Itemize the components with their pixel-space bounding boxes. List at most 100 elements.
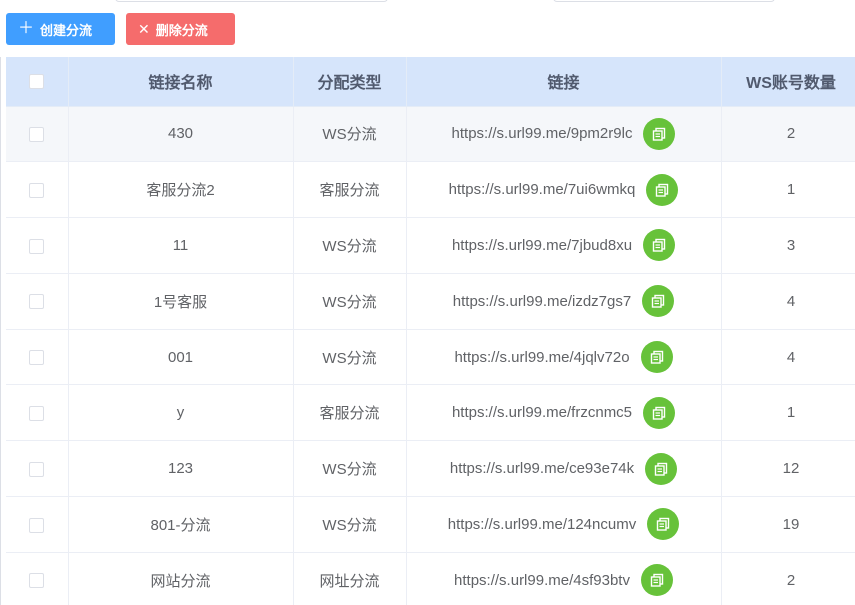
- row-ws-count: 2: [721, 552, 855, 605]
- column-header-link: 链接: [406, 57, 722, 107]
- row-checkbox[interactable]: [29, 238, 45, 254]
- row-type: WS分流: [293, 106, 407, 163]
- copy-icon: [657, 518, 670, 532]
- row-name: 801-分流: [68, 496, 294, 553]
- row-link-cell: https://s.url99.me/4sf93btv: [406, 552, 722, 605]
- row-link: https://s.url99.me/124ncumv: [447, 515, 637, 533]
- split-links-table: 链接名称 分配类型 链接 WS账号数量 430 WS分流 https://s.u…: [6, 57, 855, 605]
- copy-link-button[interactable]: [643, 117, 676, 150]
- row-name: 430: [68, 106, 294, 163]
- copy-icon: [650, 574, 664, 587]
- table-row: 123 WS分流 https://s.url99.me/ce93e74k 12: [6, 440, 855, 498]
- row-type: WS分流: [293, 329, 407, 386]
- row-link: https://s.url99.me/frzcnmc5: [451, 404, 633, 422]
- row-checkbox[interactable]: [29, 294, 45, 310]
- row-type: WS分流: [293, 273, 407, 330]
- row-name: 1号客服: [68, 273, 294, 330]
- row-type: WS分流: [293, 440, 407, 498]
- row-checkbox[interactable]: [29, 126, 45, 142]
- table-row: 1号客服 WS分流 https://s.url99.me/izdz7gs7 4: [6, 273, 855, 330]
- row-type: 网址分流: [293, 552, 407, 605]
- copy-link-button[interactable]: [643, 229, 676, 262]
- row-link-cell: https://s.url99.me/124ncumv: [406, 496, 722, 553]
- copy-link-button[interactable]: [640, 341, 673, 374]
- create-split-button[interactable]: ＋ 创建分流: [6, 13, 115, 45]
- row-select-cell: [6, 273, 69, 330]
- row-name: 网站分流: [68, 552, 294, 605]
- row-select-cell: [6, 106, 69, 163]
- row-name: 001: [68, 329, 294, 386]
- column-header-name: 链接名称: [68, 57, 294, 107]
- row-ws-count: 12: [721, 440, 855, 498]
- table-header-row: 链接名称 分配类型 链接 WS账号数量: [6, 57, 855, 107]
- row-name: 11: [68, 217, 294, 274]
- row-ws-count: 2: [721, 106, 855, 163]
- create-split-label: 创建分流: [40, 22, 93, 38]
- row-ws-count: 1: [721, 384, 855, 442]
- row-ws-count: 19: [721, 496, 855, 553]
- copy-link-button[interactable]: [646, 173, 679, 206]
- copy-link-button[interactable]: [640, 564, 673, 597]
- column-header-count: WS账号数量: [721, 57, 855, 107]
- delete-split-label: 删除分流: [155, 22, 208, 38]
- page-left-border: [0, 57, 1, 605]
- row-link-cell: https://s.url99.me/9pm2r9lc: [406, 106, 722, 163]
- table-row: 430 WS分流 https://s.url99.me/9pm2r9lc 2: [6, 106, 855, 163]
- row-name: 客服分流2: [68, 161, 294, 219]
- copy-icon: [652, 239, 666, 253]
- row-select-cell: [6, 329, 69, 386]
- copy-icon: [653, 127, 666, 141]
- row-link: https://s.url99.me/7ui6wmkq: [448, 181, 636, 199]
- row-select-cell: [6, 384, 69, 442]
- row-checkbox[interactable]: [29, 573, 45, 589]
- table-row: y 客服分流 https://s.url99.me/frzcnmc5 1: [6, 384, 855, 442]
- table-row: 801-分流 WS分流 https://s.url99.me/124ncumv …: [6, 496, 855, 553]
- row-checkbox[interactable]: [29, 182, 45, 198]
- row-ws-count: 1: [721, 161, 855, 219]
- row-type: WS分流: [293, 496, 407, 553]
- copy-icon: [650, 350, 663, 364]
- row-checkbox[interactable]: [29, 405, 45, 421]
- select-all-checkbox[interactable]: [29, 73, 45, 89]
- toolbar: ＋ 创建分流 ✕ 删除分流: [6, 13, 235, 45]
- row-link: https://s.url99.me/ce93e74k: [449, 460, 635, 478]
- table-row: 001 WS分流 https://s.url99.me/4jqlv72o 4: [6, 329, 855, 386]
- row-type: 客服分流: [293, 384, 407, 442]
- column-header-type: 分配类型: [293, 57, 407, 107]
- row-link-cell: https://s.url99.me/7jbud8xu: [406, 217, 722, 274]
- row-select-cell: [6, 161, 69, 219]
- plus-icon: ＋: [18, 20, 35, 37]
- copy-link-button[interactable]: [642, 285, 675, 318]
- delete-split-button[interactable]: ✕ 删除分流: [126, 13, 235, 45]
- filter-input-right[interactable]: [553, 0, 775, 2]
- row-link: https://s.url99.me/4jqlv72o: [454, 348, 630, 366]
- table-row: 网站分流 网址分流 https://s.url99.me/4sf93btv 2: [6, 552, 855, 605]
- row-checkbox[interactable]: [29, 461, 45, 477]
- copy-icon: [652, 295, 665, 308]
- row-ws-count: 4: [721, 329, 855, 386]
- row-link: https://s.url99.me/7jbud8xu: [451, 236, 633, 254]
- copy-icon: [652, 406, 666, 420]
- row-link-cell: https://s.url99.me/ce93e74k: [406, 440, 722, 498]
- row-type: WS分流: [293, 217, 407, 274]
- table-row: 客服分流2 客服分流 https://s.url99.me/7ui6wmkq 1: [6, 161, 855, 219]
- row-type: 客服分流: [293, 161, 407, 219]
- copy-link-button[interactable]: [645, 452, 678, 485]
- table-row: 11 WS分流 https://s.url99.me/7jbud8xu 3: [6, 217, 855, 274]
- row-link-cell: https://s.url99.me/frzcnmc5: [406, 384, 722, 442]
- row-link: https://s.url99.me/9pm2r9lc: [451, 125, 633, 143]
- row-checkbox[interactable]: [29, 350, 45, 366]
- copy-icon: [656, 183, 669, 197]
- row-select-cell: [6, 496, 69, 553]
- copy-link-button[interactable]: [643, 396, 676, 429]
- close-icon: ✕: [138, 21, 150, 37]
- row-name: 123: [68, 440, 294, 498]
- row-checkbox[interactable]: [29, 517, 45, 533]
- row-ws-count: 4: [721, 273, 855, 330]
- filter-input-left[interactable]: [115, 0, 388, 2]
- row-link-cell: https://s.url99.me/7ui6wmkq: [406, 161, 722, 219]
- row-link-cell: https://s.url99.me/4jqlv72o: [406, 329, 722, 386]
- copy-link-button[interactable]: [647, 508, 680, 541]
- row-ws-count: 3: [721, 217, 855, 274]
- row-select-cell: [6, 217, 69, 274]
